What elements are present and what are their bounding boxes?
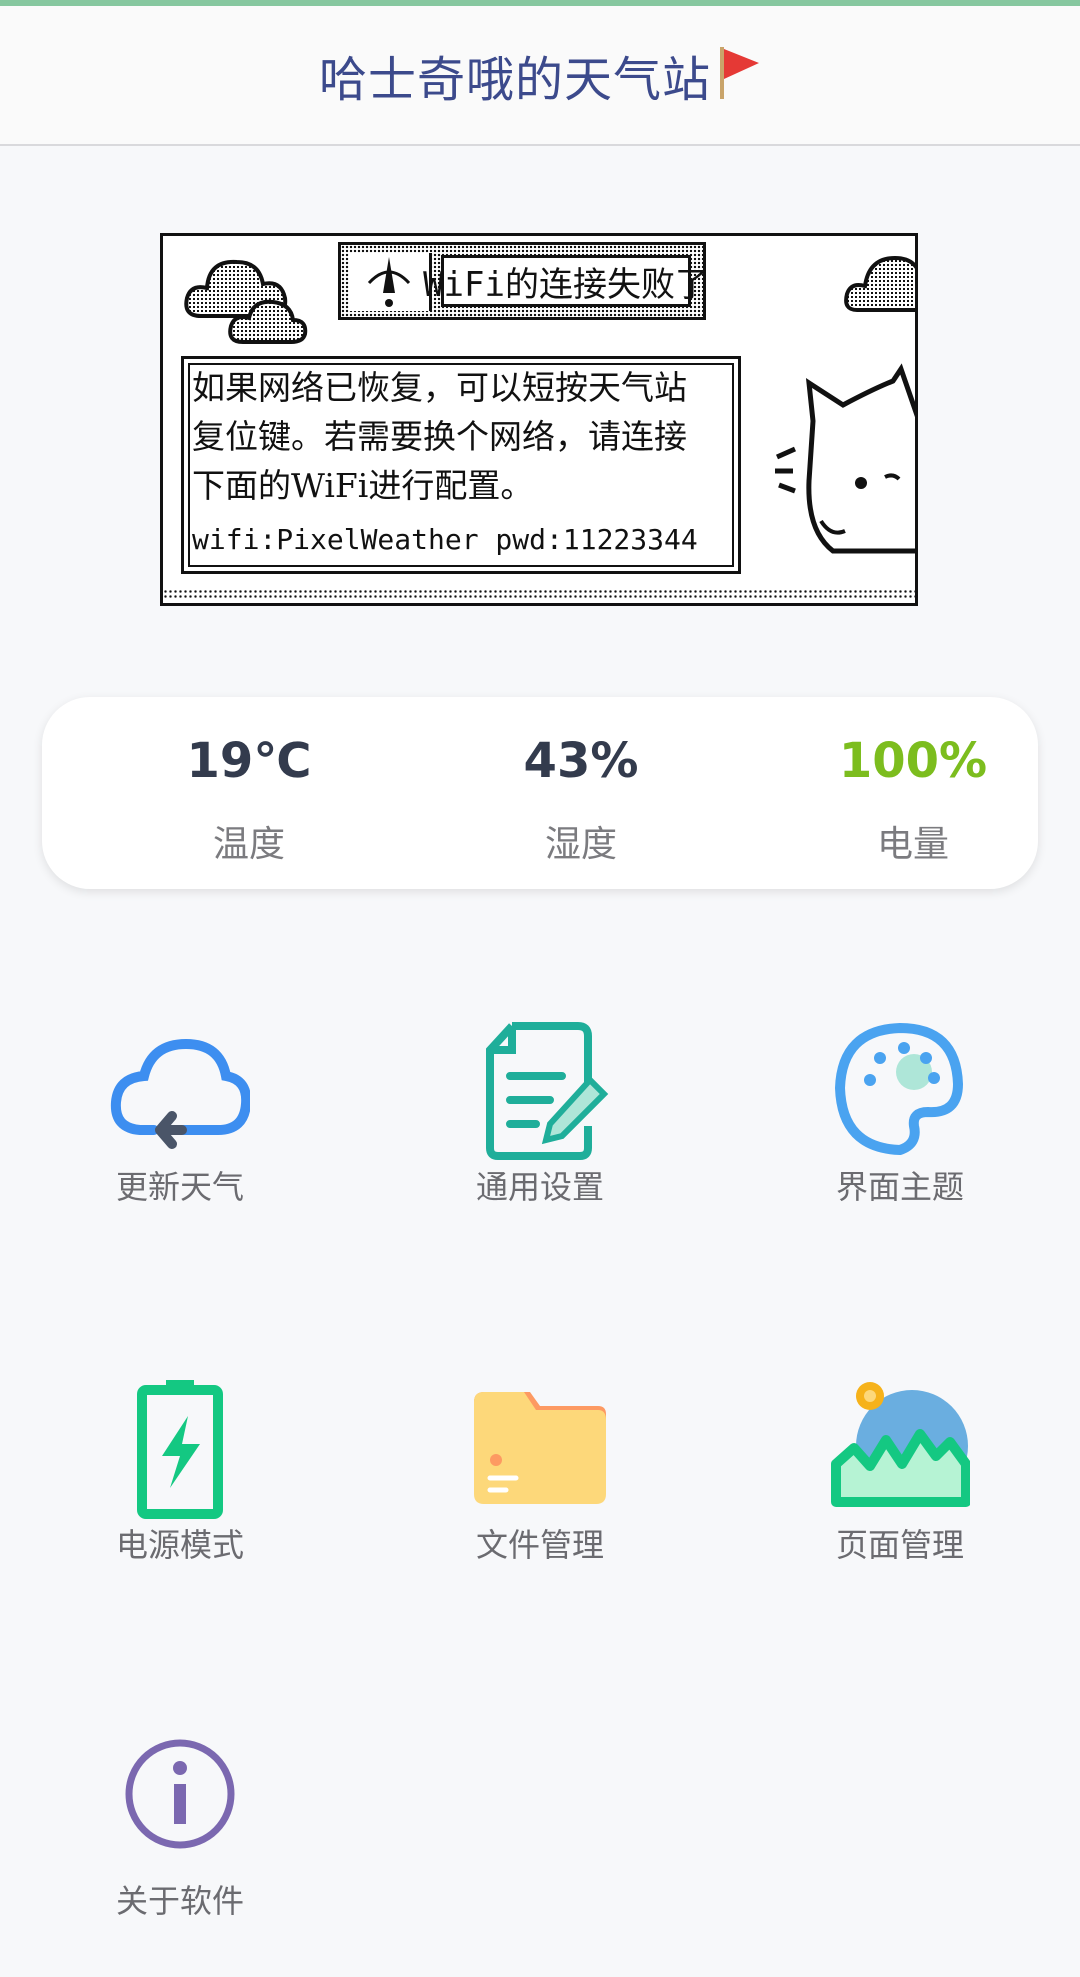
battery-value: 100% [838,733,988,789]
power-mode-label: 电源模式 [115,1526,244,1564]
info-icon [110,1738,250,1878]
preview-title-panel: WiFi的连接失败了 [423,255,709,307]
warning-icon [349,253,432,311]
battery-stat: 100% 电量 [747,697,1079,889]
page-manager-button[interactable]: 页面管理 [770,1380,1030,1600]
app-header: 哈士奇哦的天气站 [0,6,1080,146]
ui-theme-label: 界面主题 [835,1168,964,1206]
general-settings-label: 通用设置 [475,1168,604,1206]
page-title: 哈士奇哦的天气站 [318,52,711,108]
humidity-stat: 43% 湿度 [415,697,747,889]
cloud-icon [184,259,308,344]
preview-line-1: 如果网络已恢复，可以短按天气站 [192,368,687,407]
update-weather-button[interactable]: 更新天气 [50,1022,310,1242]
preview-line-3: 下面的WiFi进行配置。 [192,466,534,505]
preview-title-box: WiFi的连接失败了 [338,242,709,320]
temperature-label: 温度 [212,824,285,865]
about-app-button[interactable]: 关于软件 [50,1738,310,1958]
file-manager-label: 文件管理 [475,1526,604,1564]
preview-ground-line [163,589,915,599]
landscape-image-icon [830,1380,971,1520]
red-flag-icon [717,45,761,105]
battery-label: 电量 [876,824,949,865]
about-app-label: 关于软件 [115,1882,244,1920]
update-weather-label: 更新天气 [115,1168,244,1206]
cloud-refresh-icon [110,1022,252,1162]
preview-line-2: 复位键。若需要换个网络，请连接 [192,417,687,456]
temperature-stat: 19℃ 温度 [83,697,415,889]
humidity-label: 湿度 [544,824,617,865]
document-edit-icon [470,1022,610,1162]
power-mode-button[interactable]: 电源模式 [50,1380,310,1600]
humidity-value: 43% [523,733,639,789]
page-manager-label: 页面管理 [835,1526,964,1564]
preview-wifi-credentials: wifi:PixelWeather pwd:11223344 [192,523,698,556]
file-manager-button[interactable]: 文件管理 [410,1380,670,1600]
epaper-preview[interactable]: WiFi的连接失败了 如果网络已恢复，可以短按天气站 复位键。若需要换个网络，请… [160,233,918,606]
cat-icon [775,363,915,554]
general-settings-button[interactable]: 通用设置 [410,1022,670,1242]
battery-charging-icon [110,1380,250,1520]
folder-icon [470,1380,610,1520]
sensor-stats-card: 19℃ 温度 43% 湿度 100% 电量 [42,697,1038,889]
preview-message-box: 如果网络已恢复，可以短按天气站 复位键。若需要换个网络，请连接 下面的WiFi进… [181,356,741,574]
cloud-icon [844,255,915,312]
preview-title: WiFi的连接失败了 [423,264,709,305]
temperature-value: 19℃ [186,733,312,789]
ui-theme-button[interactable]: 界面主题 [770,1022,1030,1242]
palette-icon [830,1022,970,1162]
